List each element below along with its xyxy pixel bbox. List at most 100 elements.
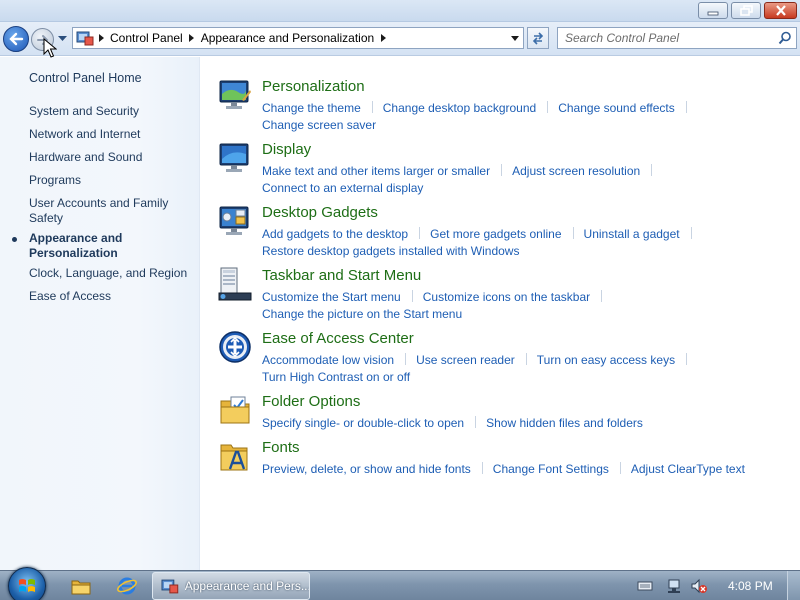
link-connect-external-display[interactable]: Connect to an external display [262,181,423,195]
keyboard-tray-icon[interactable] [637,578,653,594]
fonts-icon[interactable] [218,439,252,473]
display-title[interactable]: Display [262,141,311,158]
search-input[interactable] [565,31,775,45]
link-separator [525,353,527,365]
link-separator [601,290,603,302]
link-turn-on-easy-access-keys[interactable]: Turn on easy access keys [537,353,675,367]
start-button[interactable] [8,567,46,600]
folder-options-icon[interactable] [218,393,252,427]
minimize-icon [707,11,719,15]
link-separator [547,101,549,113]
link-change-sound-effects[interactable]: Change sound effects [558,101,675,115]
left-navigation-pane: Control Panel Home System and Security N… [0,57,200,570]
link-restore-desktop-gadgets[interactable]: Restore desktop gadgets installed with W… [262,244,519,258]
ease-of-access-center-links: Accommodate low vision Use screen reader T… [262,352,798,386]
left-nav-clock-language-region[interactable]: Clock, Language, and Region [29,266,194,281]
taskbar-explorer-button[interactable] [62,574,100,598]
link-customize-taskbar-icons[interactable]: Customize icons on the taskbar [423,290,590,304]
refresh-button[interactable] [527,27,549,49]
left-nav-system-and-security[interactable]: System and Security [29,104,194,119]
left-nav-programs[interactable]: Programs [29,173,194,188]
desktop-gadgets-title[interactable]: Desktop Gadgets [262,204,378,221]
minimize-button[interactable] [698,2,728,19]
link-separator [690,227,692,239]
breadcrumb-separator-icon[interactable] [185,34,199,42]
link-use-screen-reader[interactable]: Use screen reader [416,353,515,367]
fonts-links: Preview, delete, or show and hide fonts C… [262,461,798,478]
volume-muted-tray-icon[interactable] [691,578,707,594]
link-change-screen-saver[interactable]: Change screen saver [262,118,376,132]
search-box[interactable] [557,27,797,49]
chevron-down-icon [511,35,519,41]
taskbar-internet-explorer-button[interactable] [108,574,146,598]
control-panel-home-link[interactable]: Control Panel Home [29,71,142,85]
link-change-desktop-background[interactable]: Change desktop background [383,101,536,115]
link-turn-high-contrast[interactable]: Turn High Contrast on or off [262,370,410,384]
ease-of-access-icon[interactable] [218,330,252,364]
left-nav-hardware-and-sound[interactable]: Hardware and Sound [29,150,194,165]
left-nav-user-accounts[interactable]: User Accounts and Family Safety [29,196,194,226]
desktop-gadgets-icon[interactable] [218,204,252,238]
close-button[interactable] [764,2,797,19]
personalization-title[interactable]: Personalization [262,78,365,95]
taskbar-icon[interactable] [218,267,252,301]
link-separator [651,164,653,176]
link-adjust-cleartype-text[interactable]: Adjust ClearType text [631,462,745,476]
link-separator [475,416,477,428]
windows-logo-icon [19,579,35,592]
internet-explorer-icon [117,577,137,595]
left-nav-network-and-internet[interactable]: Network and Internet [29,127,194,142]
taskbar-and-start-menu-title[interactable]: Taskbar and Start Menu [262,267,421,284]
taskbar-and-start-menu-links: Customize the Start menu Customize icons … [262,289,798,323]
link-change-start-menu-picture[interactable]: Change the picture on the Start menu [262,307,462,321]
link-change-font-settings[interactable]: Change Font Settings [493,462,609,476]
breadcrumb-appearance-and-personalization[interactable]: Appearance and Personalization [199,31,376,45]
breadcrumb-separator-icon[interactable] [376,34,390,42]
personalization-icon[interactable] [218,78,252,112]
link-separator [481,462,483,474]
link-separator [371,101,373,113]
link-add-gadgets[interactable]: Add gadgets to the desktop [262,227,408,241]
back-arrow-icon [9,32,24,46]
address-bar[interactable]: Control Panel Appearance and Personaliza… [72,27,524,49]
link-customize-start-menu[interactable]: Customize the Start menu [262,290,401,304]
link-preview-delete-fonts[interactable]: Preview, delete, or show and hide fonts [262,462,471,476]
restore-button[interactable] [731,2,761,19]
window-title-bar[interactable] [0,0,800,22]
folder-options-title[interactable]: Folder Options [262,393,360,410]
link-separator [685,101,687,113]
display-icon[interactable] [218,141,252,175]
taskbar-active-window-label: Appearance and Pers... [184,579,309,593]
search-icon[interactable] [778,31,792,45]
link-separator [501,164,503,176]
link-show-hidden-files[interactable]: Show hidden files and folders [486,416,643,430]
link-single-or-double-click[interactable]: Specify single- or double-click to open [262,416,464,430]
link-make-text-larger[interactable]: Make text and other items larger or smal… [262,164,490,178]
link-uninstall-gadget[interactable]: Uninstall a gadget [584,227,680,241]
left-nav-appearance-and-personalization[interactable]: Appearance and Personalization [29,231,194,261]
folder-options-links: Specify single- or double-click to open S… [262,415,798,432]
breadcrumb-separator-icon[interactable] [94,34,108,42]
ease-of-access-center-title[interactable]: Ease of Access Center [262,330,414,347]
show-desktop-button[interactable] [787,571,800,600]
link-separator [619,462,621,474]
back-button[interactable] [3,26,29,52]
taskbar-active-window-button[interactable]: Appearance and Pers... [152,572,310,600]
left-nav-ease-of-access[interactable]: Ease of Access [29,289,194,304]
desktop-gadgets-links: Add gadgets to the desktop Get more gadge… [262,226,798,260]
recent-pages-button[interactable] [56,33,68,45]
fonts-title[interactable]: Fonts [262,439,300,456]
link-change-theme[interactable]: Change the theme [262,101,361,115]
breadcrumb-control-panel[interactable]: Control Panel [108,31,185,45]
refresh-icon [532,32,544,45]
navigation-bar: Control Panel Appearance and Personaliza… [0,22,800,56]
link-separator [405,353,407,365]
address-history-dropdown[interactable] [507,28,523,48]
link-separator [419,227,421,239]
category-content-pane: Personalization Change the theme Change d… [201,57,800,570]
network-tray-icon[interactable] [667,578,683,594]
link-get-more-gadgets[interactable]: Get more gadgets online [430,227,561,241]
link-accommodate-low-vision[interactable]: Accommodate low vision [262,353,394,367]
taskbar-clock[interactable]: 4:08 PM [728,579,773,593]
link-adjust-screen-resolution[interactable]: Adjust screen resolution [512,164,640,178]
